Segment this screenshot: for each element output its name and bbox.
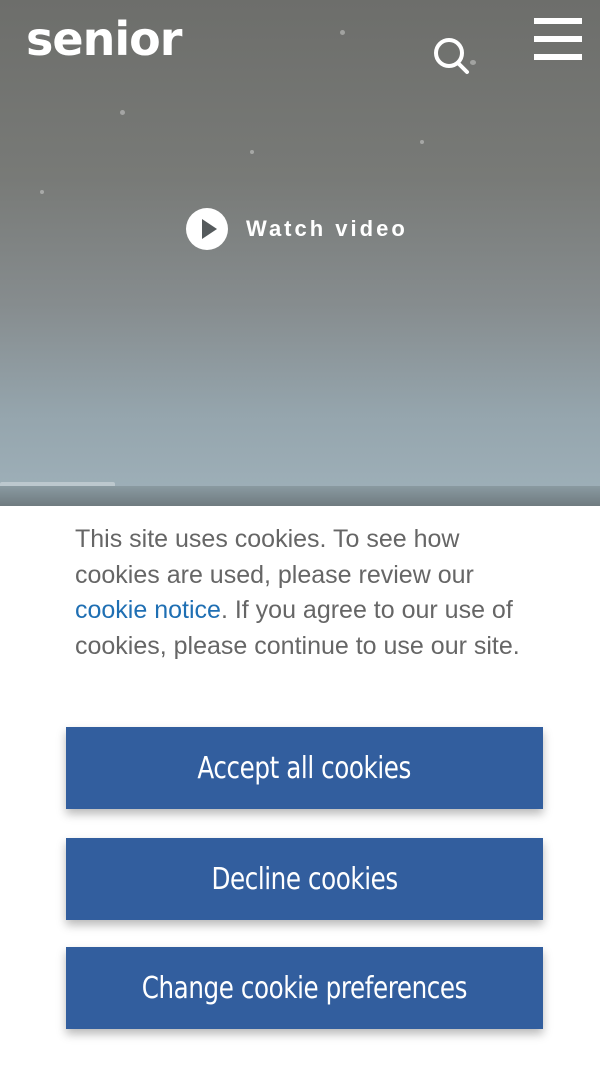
cookie-message-text: This site uses cookies. To see how cooki…: [75, 525, 474, 589]
watch-video-button[interactable]: Watch video: [186, 208, 408, 250]
change-cookie-preferences-button[interactable]: Change cookie preferences: [66, 947, 543, 1029]
accept-all-cookies-button[interactable]: Accept all cookies: [66, 727, 543, 809]
background-speck: [340, 30, 345, 35]
senior-logo[interactable]: senior: [26, 14, 182, 64]
cookie-banner: This site uses cookies. To see how cooki…: [0, 506, 600, 1065]
menu-line: [534, 36, 582, 42]
cookie-notice-link[interactable]: cookie notice: [75, 596, 221, 624]
cookie-message: This site uses cookies. To see how cooki…: [75, 522, 545, 664]
background-speck: [120, 110, 125, 115]
accept-label: Accept all cookies: [197, 750, 412, 786]
background-speck: [250, 150, 254, 154]
background-speck: [40, 190, 44, 194]
hamburger-menu-icon[interactable]: [530, 16, 584, 62]
decline-cookies-button[interactable]: Decline cookies: [66, 838, 543, 920]
decline-label: Decline cookies: [211, 861, 398, 897]
search-icon[interactable]: [428, 30, 476, 78]
background-speck: [420, 140, 424, 144]
tray: [0, 486, 600, 506]
play-icon: [186, 208, 228, 250]
hero-video-banner: [0, 0, 600, 506]
menu-line: [534, 18, 582, 24]
watch-video-label: Watch video: [246, 216, 408, 241]
preferences-label: Change cookie preferences: [141, 970, 468, 1006]
menu-line: [534, 54, 582, 60]
